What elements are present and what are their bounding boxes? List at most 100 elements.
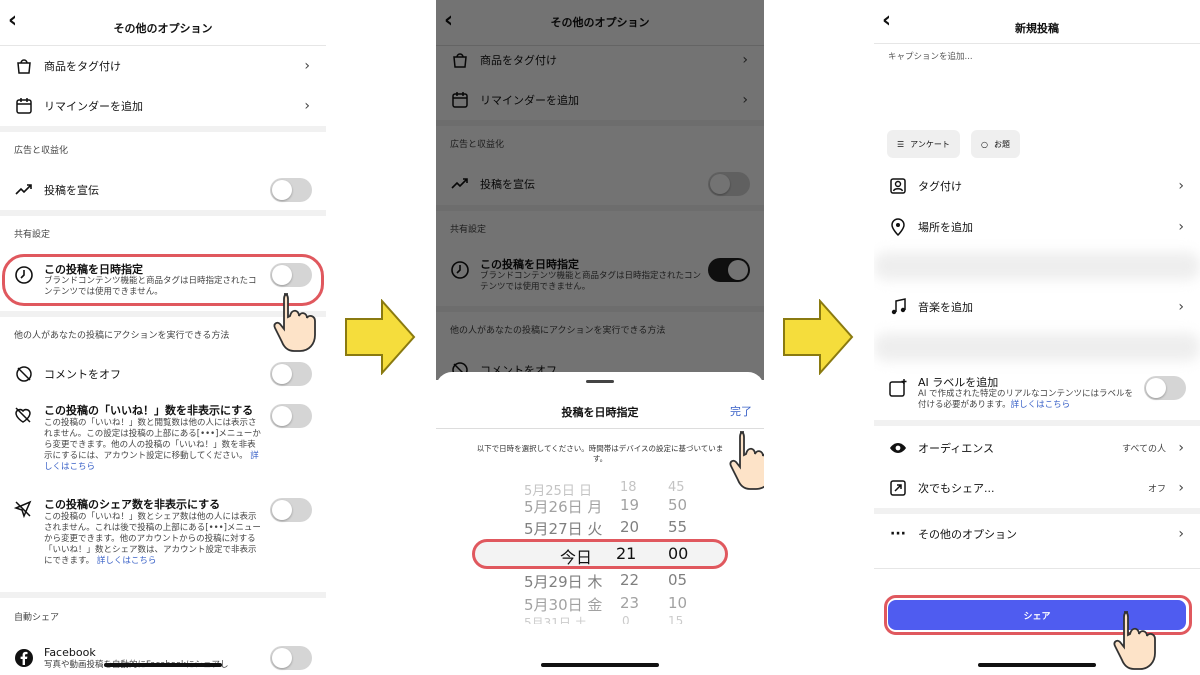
tag-products-row[interactable]: 商品をタグ付け ›: [0, 46, 326, 86]
list-icon: ☰: [897, 139, 905, 149]
add-reminder-row[interactable]: リマインダーを追加 ›: [0, 86, 326, 126]
more-options-label: その他のオプション: [918, 528, 1017, 541]
promote-toggle[interactable]: [270, 178, 312, 202]
promote-toggle[interactable]: [708, 172, 750, 196]
shopping-bag-icon: [14, 56, 34, 76]
home-indicator: [541, 663, 659, 667]
share-off-icon: [13, 500, 34, 520]
ai-label-row: AI ラベルを追加 AI で作成された特定のリアルなコンテンツにはラベルを付ける…: [874, 372, 1200, 420]
page-title: その他のオプション: [550, 16, 650, 29]
schedule-desc: ブランドコンテンツ機能と商品タグは日時指定されたコンテンツでは使用できません。: [480, 271, 702, 292]
sheet-grabber[interactable]: [586, 380, 614, 383]
blurred-suggestions: [874, 252, 1200, 280]
shopping-bag-icon: [450, 50, 470, 70]
done-button[interactable]: 完了: [730, 403, 752, 419]
schedule-sheet: 投稿を日時指定 完了 以下で日時を選択してください。時間帯はデバイスの設定に基づ…: [436, 372, 764, 675]
comment-off-icon: [14, 364, 34, 384]
sheet-hint: 以下で日時を選択してください。時間帯はデバイスの設定に基づいています。: [476, 444, 724, 463]
ai-label-desc: AI で作成された特定のリアルなコンテンツにはラベルを付ける必要があります。詳し…: [918, 389, 1133, 410]
prompt-chip[interactable]: ○ お題: [971, 130, 1020, 158]
hide-shares-title: この投稿のシェア数を非表示にする: [44, 498, 221, 511]
also-share-row[interactable]: 次でもシェア... オフ ›: [874, 468, 1200, 508]
sheet-title: 投稿を日時指定: [561, 406, 639, 419]
share-out-icon: [888, 478, 908, 498]
audience-row[interactable]: オーディエンス すべての人 ›: [874, 428, 1200, 468]
divider: [874, 568, 1200, 569]
section-actions-title: 他の人があなたの投稿にアクションを実行できる方法: [450, 326, 666, 336]
ai-label-title: AI ラベルを追加: [918, 376, 999, 389]
chevron-right-icon: ›: [304, 98, 310, 114]
home-indicator: [104, 663, 222, 667]
tag-people-row[interactable]: タグ付け ›: [874, 166, 1200, 206]
calendar-icon: [14, 96, 34, 116]
facebook-toggle[interactable]: [270, 646, 312, 670]
learn-more-link[interactable]: 詳しくはこちら: [1011, 400, 1071, 410]
section-autoshare-title: 自動シェア: [14, 613, 60, 623]
chevron-right-icon: ›: [304, 58, 310, 74]
promote-post-row: 投稿を宣伝: [436, 164, 764, 204]
also-share-label: 次でもシェア...: [918, 482, 995, 495]
add-reminder-label: リマインダーを追加: [480, 94, 579, 107]
page-title: その他のオプション: [113, 22, 213, 35]
add-music-label: 音楽を追加: [918, 301, 973, 314]
more-icon: ···: [890, 526, 906, 542]
divider: [0, 210, 326, 216]
person-tag-icon: [888, 176, 908, 196]
caption-input[interactable]: キャプションを追加...: [888, 50, 973, 62]
header: ‹ 新規投稿: [874, 0, 1200, 44]
hide-likes-row: この投稿の「いいね！」数を非表示にする この投稿の「いいね！」数と閲覧数は他の人…: [0, 398, 326, 482]
schedule-toggle[interactable]: [708, 258, 750, 282]
chevron-right-icon: ›: [742, 52, 748, 68]
audience-value: すべての人: [1121, 444, 1166, 455]
header: ‹ その他のオプション: [0, 0, 326, 46]
promote-post-label: 投稿を宣伝: [480, 178, 535, 191]
poll-chip[interactable]: ☰ アンケート: [887, 130, 960, 158]
divider: [0, 126, 326, 132]
arrow-right-icon: [783, 299, 854, 375]
arrow-right-icon: [345, 299, 416, 375]
chevron-right-icon: ›: [1178, 299, 1184, 315]
tag-products-row[interactable]: 商品をタグ付け ›: [436, 40, 764, 80]
tag-people-label: タグ付け: [918, 180, 962, 193]
ai-label-toggle[interactable]: [1144, 376, 1186, 400]
divider: [436, 120, 764, 126]
hide-shares-toggle[interactable]: [270, 498, 312, 522]
schedule-post-row: この投稿を日時指定 ブランドコンテンツ機能と商品タグは日時指定されたコンテンツで…: [436, 250, 764, 300]
chevron-right-icon: ›: [1178, 178, 1184, 194]
promote-post-row: 投稿を宣伝: [0, 170, 326, 210]
comments-off-toggle[interactable]: [270, 362, 312, 386]
eye-icon: [888, 438, 908, 458]
chevron-right-icon: ›: [742, 92, 748, 108]
section-shared-title: 共有設定: [450, 225, 487, 235]
also-share-value: オフ: [1147, 484, 1166, 495]
home-indicator: [978, 663, 1096, 667]
more-options-row[interactable]: ··· その他のオプション ›: [874, 514, 1200, 554]
facebook-icon: [14, 648, 34, 668]
section-ads-title: 広告と収益化: [14, 146, 69, 156]
facebook-row: Facebook 写真や動画投稿を自動的にFacebookにシェアし: [0, 640, 326, 675]
tag-products-label: 商品をタグ付け: [480, 54, 557, 67]
chevron-right-icon: ›: [1178, 480, 1184, 496]
add-reminder-row[interactable]: リマインダーを追加 ›: [436, 80, 764, 120]
add-location-row[interactable]: 場所を追加 ›: [874, 207, 1200, 247]
chevron-right-icon: ›: [1178, 440, 1184, 456]
blurred-suggestions: [874, 333, 1200, 361]
divider: [436, 306, 764, 312]
chevron-right-icon: ›: [1178, 526, 1184, 542]
heart-off-icon: [14, 406, 34, 426]
learn-more-link[interactable]: 詳しくはこちら: [97, 556, 157, 566]
picker-row: 5月31日 土 0 15: [524, 614, 684, 624]
schedule-title: この投稿を日時指定: [480, 258, 579, 271]
calendar-icon: [450, 90, 470, 110]
add-music-row[interactable]: 音楽を追加 ›: [874, 287, 1200, 327]
hide-likes-toggle[interactable]: [270, 404, 312, 428]
ai-label-icon: [888, 378, 908, 398]
divider: [874, 420, 1200, 426]
section-ads-title: 広告と収益化: [450, 140, 505, 150]
hide-likes-title: この投稿の「いいね！」数を非表示にする: [44, 404, 254, 417]
location-icon: [888, 217, 908, 237]
search-icon: ○: [981, 139, 988, 149]
hand-pointer-icon: [729, 431, 764, 490]
section-shared-title: 共有設定: [14, 230, 51, 240]
panel-schedule-picker: ‹ その他のオプション 商品をタグ付け › リマインダーを追加 › 広告と収益化…: [436, 0, 764, 675]
